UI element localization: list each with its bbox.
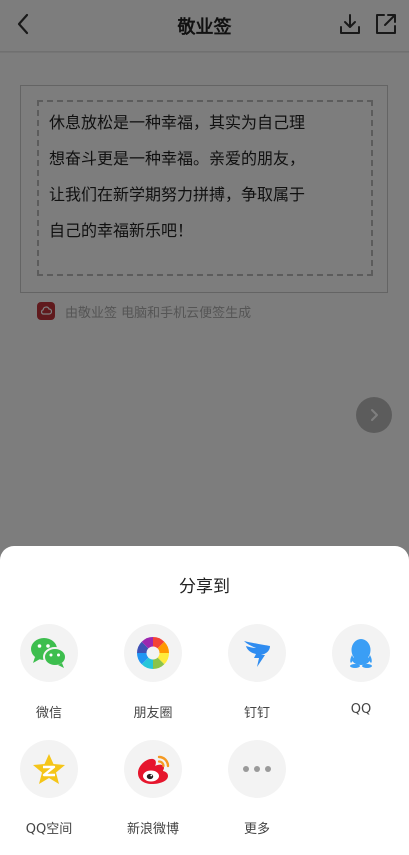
dingtalk-icon bbox=[228, 624, 286, 682]
share-label: QQ bbox=[350, 702, 372, 717]
share-label: 朋友圈 bbox=[133, 706, 173, 721]
moments-icon bbox=[124, 624, 182, 682]
qzone-icon bbox=[20, 740, 78, 798]
share-item-wechat[interactable]: 微信 bbox=[9, 624, 89, 721]
qq-icon bbox=[332, 624, 390, 682]
share-label: 钉钉 bbox=[243, 706, 270, 721]
share-item-moments[interactable]: 朋友圈 bbox=[113, 624, 193, 721]
share-label: QQ空间 bbox=[25, 822, 73, 837]
share-label: 微信 bbox=[35, 706, 62, 721]
share-item-qq[interactable]: QQ bbox=[321, 624, 401, 717]
share-sheet-title: 分享到 bbox=[179, 577, 230, 597]
weibo-icon bbox=[124, 740, 182, 798]
wechat-icon bbox=[20, 624, 78, 682]
share-item-qzone[interactable]: QQ空间 bbox=[9, 740, 89, 837]
share-item-more[interactable]: 更多 bbox=[217, 740, 297, 837]
share-item-weibo[interactable]: 新浪微博 bbox=[113, 740, 193, 837]
share-label: 更多 bbox=[243, 822, 270, 837]
share-label: 新浪微博 bbox=[126, 822, 179, 837]
share-item-dingtalk[interactable]: 钉钉 bbox=[217, 624, 297, 721]
more-icon bbox=[228, 740, 286, 798]
share-sheet: 分享到 微信 朋友圈 钉钉 QQ QQ空间 新浪微博 更多 bbox=[0, 546, 409, 855]
